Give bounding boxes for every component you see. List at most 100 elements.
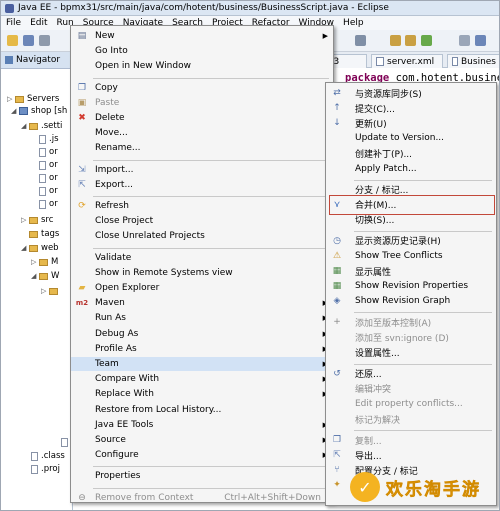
menu-item-m[interactable]: ⋎ 合并(M)... [326,198,496,212]
tree-item[interactable]: ◢ web [21,242,59,254]
expand-arrow-icon[interactable]: ▷ [7,95,15,103]
menu-item-rename[interactable]: Rename... [71,141,333,155]
expand-arrow-icon[interactable]: ▷ [21,216,29,224]
menu-item-compare-with[interactable]: Compare With▶ [71,372,333,386]
tree-item[interactable]: .js [31,133,59,145]
menu-item-maven[interactable]: m2Maven▶ [71,296,333,310]
menu-item-u[interactable]: ↓ 更新(U) [326,116,496,130]
collapse-arrow-icon[interactable]: ◢ [31,272,39,280]
menu-item-properties[interactable]: Properties [71,469,333,483]
menu-item-item[interactable]: ⇱ 导出... [326,448,496,462]
menu-item-item[interactable]: 分支 / 标记... [326,183,496,197]
tree-item[interactable]: or [31,185,58,197]
menu-item-refresh[interactable]: ⟳ Refresh [71,199,333,213]
tree-item[interactable]: or [31,198,58,210]
menu-item-label: 显示资源历史记录(H) [355,237,441,248]
menu-item-run-as[interactable]: Run As▶ [71,311,333,325]
menu-edit[interactable]: Edit [30,18,47,28]
menu-item-move[interactable]: Move... [71,126,333,140]
open-type-icon[interactable] [405,35,416,46]
menu-item-team[interactable]: Team▶ [71,357,333,371]
tree-item[interactable]: .class [23,450,65,462]
expand-arrow-icon[interactable]: ▷ [31,258,39,266]
menu-item-item[interactable]: ↺ 还原... [326,367,496,381]
menu-item-c[interactable]: ↑ 提交(C)... [326,101,496,115]
tree-item[interactable]: .proj [23,463,60,475]
menu-item-debug-as[interactable]: Debug As▶ [71,327,333,341]
menu-item-label: Close Unrelated Projects [95,231,205,242]
menu-item-java-ee-tools[interactable]: Java EE Tools▶ [71,418,333,432]
menu-help[interactable]: Help [343,18,364,28]
tab-business-script[interactable]: Busines [447,54,499,68]
menu-item-close-project[interactable]: Close Project [71,214,333,228]
menu-file[interactable]: File [6,18,21,28]
menu-item-restore-from-local-history[interactable]: Restore from Local History... [71,403,333,417]
menu-item-show-revision-properties[interactable]: ▦ Show Revision Properties [326,279,496,293]
menu-item-source[interactable]: Source▶ [71,433,333,447]
menu-item-label: Show in Remote Systems view [95,267,233,278]
menu-item-configure[interactable]: Configure▶ [71,448,333,462]
menu-item-s[interactable]: ⇄ 与资源库同步(S) [326,86,496,100]
menu-item-label: 合并(M)... [355,201,397,212]
menu-item-go-into[interactable]: Go Into [71,44,333,58]
tree-item[interactable]: or [31,172,58,184]
menu-item-apply-patch[interactable]: Apply Patch... [326,162,496,176]
menu-item-open-explorer[interactable]: ▰ Open Explorer [71,281,333,295]
menu-item-close-unrelated-projects[interactable]: Close Unrelated Projects [71,229,333,243]
tab-server-xml[interactable]: server.xml [371,54,443,68]
search-icon[interactable] [390,35,401,46]
collapse-arrow-icon[interactable]: ◢ [11,107,19,115]
menu-item-validate[interactable]: Validate [71,251,333,265]
menu-item-open-in-new-window[interactable]: Open in New Window [71,59,333,73]
revision-properties-icon: ▦ [332,281,342,292]
menu-item-show-tree-conflicts[interactable]: ⚠ Show Tree Conflicts [326,249,496,263]
menu-item-label: Apply Patch... [355,163,417,174]
new-wizard-icon[interactable] [7,35,18,46]
menu-item-h[interactable]: ◷ 显示资源历史记录(H) [326,234,496,248]
menu-item-label: Import... [95,164,134,175]
menu-item-p[interactable]: 创建补丁(P)... [326,146,496,160]
menu-item-import[interactable]: ⇲ Import... [71,163,333,177]
menu-item-label: Source [95,435,126,445]
navigator-tab[interactable]: Navigator [1,52,73,69]
menu-item-item[interactable]: 设置属性... [326,346,496,360]
menu-item-label: Open Explorer [95,283,160,293]
tree-item[interactable]: or [31,146,58,158]
save-icon[interactable] [23,35,34,46]
tree-item[interactable]: or [31,159,58,171]
gear-icon[interactable] [355,35,366,46]
tree-item[interactable]: tags [21,228,59,240]
menu-item-s[interactable]: 切换(S)... [326,213,496,227]
folder-icon [29,230,38,238]
menu-item-label: Run As [95,313,126,324]
tree-item[interactable]: ▷ M [31,256,58,268]
collapse-arrow-icon[interactable]: ◢ [21,122,29,130]
title-bar: Java EE - bpmx31/src/main/java/com/hoten… [1,1,499,16]
java-file-icon [452,57,458,66]
run-icon[interactable] [421,35,432,46]
menu-item-item: 编辑冲突 [326,382,496,396]
menu-item-profile-as[interactable]: Profile As▶ [71,342,333,356]
tree-item[interactable]: ◢ W [31,270,59,282]
tree-item-label: src [41,215,54,225]
menu-item-export[interactable]: ⇱ Export... [71,178,333,192]
menu-item-show-in-remote-systems-view[interactable]: Show in Remote Systems view [71,266,333,280]
expand-arrow-icon[interactable]: ▷ [41,287,49,295]
menu-item-item[interactable]: ▦ 显示属性 [326,264,496,278]
java-perspective-icon[interactable] [475,35,486,46]
tree-item[interactable]: ▷ [41,285,61,297]
tree-item[interactable]: ▷ Servers [7,93,59,105]
menu-item-copy[interactable]: ❐ Copy [71,81,333,95]
menu-item-show-revision-graph[interactable]: ◈ Show Revision Graph [326,294,496,308]
menu-item-replace-with[interactable]: Replace With▶ [71,387,333,401]
perspective-icon[interactable] [459,35,470,46]
tree-item[interactable]: ◢ shop [sh [11,105,67,117]
collapse-arrow-icon[interactable]: ◢ [21,244,29,252]
tree-item[interactable]: ◢ .setti [21,120,62,132]
menu-item-new[interactable]: ▤ New ▶ [71,29,333,43]
menu-item-delete[interactable]: ✖ Delete [71,111,333,125]
print-icon[interactable] [39,35,50,46]
tree-item[interactable]: ▷ src [21,214,53,226]
menu-item-update-to-version[interactable]: Update to Version... [326,131,496,145]
export-icon: ⇱ [78,179,86,190]
